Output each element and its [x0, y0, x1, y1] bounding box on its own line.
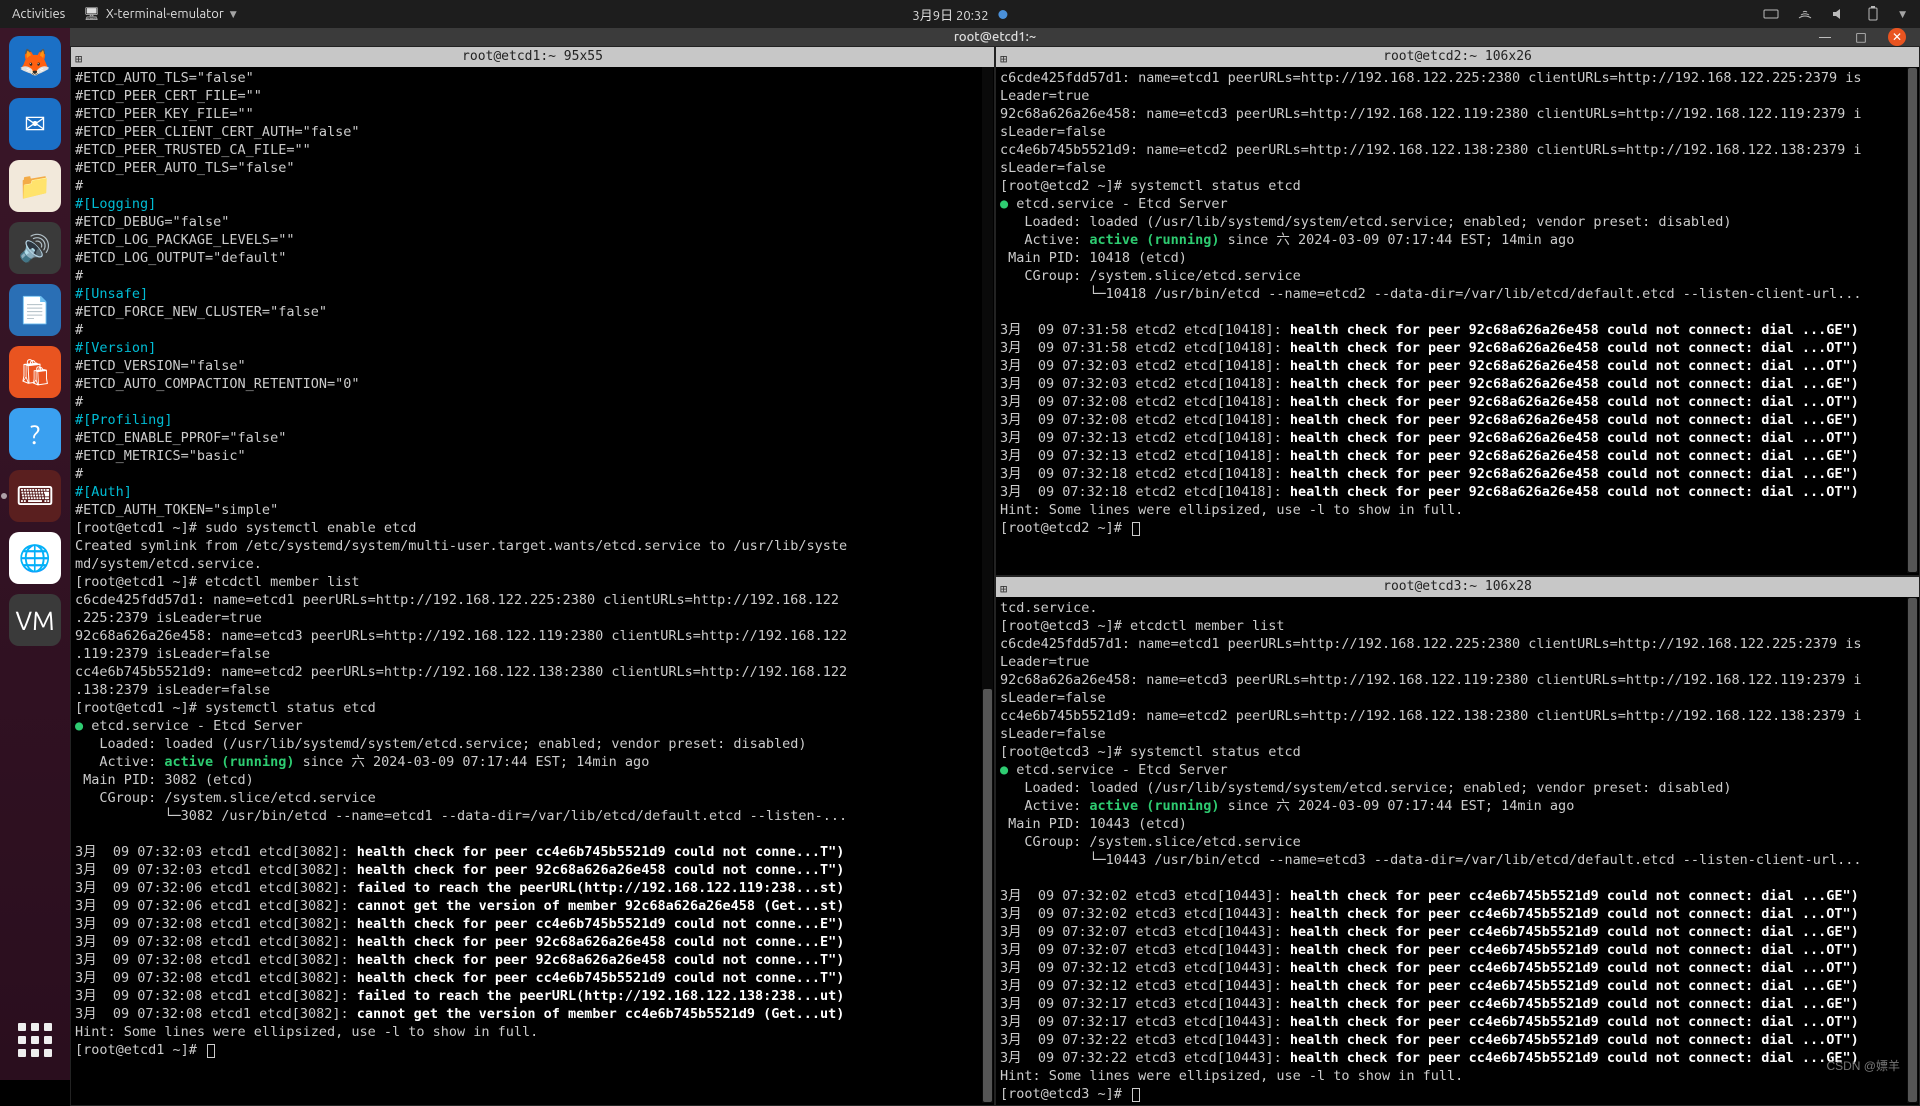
terminal-pane-etcd3[interactable]: ⊞ root@etcd3:~ 106x28 tcd.service. [root@… — [995, 576, 1920, 1106]
terminal-output[interactable]: tcd.service. [root@etcd3 ~]# etcdctl mem… — [996, 597, 1919, 1105]
activities-button[interactable]: Activities — [12, 7, 65, 21]
pane-menu-icon[interactable]: ⊞ — [1000, 49, 1007, 69]
terminal-pane-etcd1[interactable]: ⊞ root@etcd1:~ 95x55 #ETCD_AUTO_TLS="fals… — [70, 46, 995, 1106]
scrollbar[interactable] — [982, 67, 993, 1103]
launcher-dock: 🦊 ✉ 📁 🔊 📄 🛍? ⌨ 🌐 VM — [0, 28, 70, 1080]
dock-terminal[interactable]: ⌨ — [9, 470, 61, 522]
pane-title: ⊞ root@etcd1:~ 95x55 — [71, 47, 994, 67]
clock[interactable]: 3月9日 20:32 — [912, 5, 988, 24]
pane-title-label: root@etcd3:~ 106x28 — [1383, 579, 1532, 594]
scrollbar[interactable] — [1907, 67, 1918, 573]
terminal-icon: 🖥 — [83, 7, 100, 22]
scrollbar-thumb[interactable] — [1908, 598, 1917, 1102]
dock-chrome[interactable]: 🌐 — [9, 532, 61, 584]
chevron-down-icon[interactable]: ▼ — [1899, 9, 1906, 20]
dock-files[interactable]: 📁 — [9, 160, 61, 212]
dock-rhythmbox[interactable]: 🔊 — [9, 222, 61, 274]
pane-title-label: root@etcd2:~ 106x26 — [1383, 49, 1532, 64]
maximize-button[interactable]: □ — [1852, 28, 1870, 46]
scrollbar-thumb[interactable] — [1908, 68, 1917, 572]
terminal-output[interactable]: #ETCD_AUTO_TLS="false" #ETCD_PEER_CERT_F… — [71, 67, 994, 1061]
chevron-down-icon: ▼ — [230, 9, 237, 20]
pane-title-label: root@etcd1:~ 95x55 — [462, 49, 603, 64]
gnome-topbar: Activities 🖥 X-terminal-emulator ▼ 3月9日 … — [0, 0, 1920, 28]
dock-vm[interactable]: VM — [9, 594, 61, 646]
app-menu-label: X-terminal-emulator — [106, 7, 224, 21]
dock-software[interactable]: 🛍 — [9, 346, 61, 398]
minimize-button[interactable]: — — [1816, 28, 1834, 46]
close-button[interactable]: ✕ — [1888, 28, 1906, 46]
keyboard-layout-icon[interactable] — [1763, 6, 1779, 22]
show-applications-button[interactable] — [9, 1014, 61, 1066]
dock-firefox[interactable]: 🦊 — [9, 36, 61, 88]
pane-menu-icon[interactable]: ⊞ — [75, 49, 82, 69]
scrollbar-thumb[interactable] — [983, 689, 992, 1102]
terminal-output[interactable]: c6cde425fdd57d1: name=etcd1 peerURLs=htt… — [996, 67, 1919, 539]
window-titlebar[interactable]: root@etcd1:~ — □ ✕ — [70, 28, 1920, 46]
notification-dot-icon — [999, 10, 1008, 19]
watermark: CSDN @嫖羊 — [1826, 1057, 1900, 1074]
pane-title: ⊞ root@etcd2:~ 106x26 — [996, 47, 1919, 67]
network-icon[interactable] — [1797, 6, 1813, 22]
dock-text[interactable]: 📄 — [9, 284, 61, 336]
app-menu[interactable]: 🖥 X-terminal-emulator ▼ — [83, 7, 236, 22]
dock-help[interactable]: ? — [9, 408, 61, 460]
terminal-pane-etcd2[interactable]: ⊞ root@etcd2:~ 106x26 c6cde425fdd57d1: na… — [995, 46, 1920, 576]
pane-menu-icon[interactable]: ⊞ — [1000, 579, 1007, 599]
terminator-split: ⊞ root@etcd1:~ 95x55 #ETCD_AUTO_TLS="fals… — [70, 46, 1920, 1106]
pane-title: ⊞ root@etcd3:~ 106x28 — [996, 577, 1919, 597]
volume-icon[interactable] — [1831, 6, 1847, 22]
terminal-window: root@etcd1:~ — □ ✕ ⊞ root@etcd1:~ 95x55 #… — [70, 28, 1920, 1080]
window-title: root@etcd1:~ — [954, 30, 1036, 44]
scrollbar[interactable] — [1907, 597, 1918, 1103]
battery-icon[interactable] — [1865, 6, 1881, 22]
dock-thunderbird[interactable]: ✉ — [9, 98, 61, 150]
